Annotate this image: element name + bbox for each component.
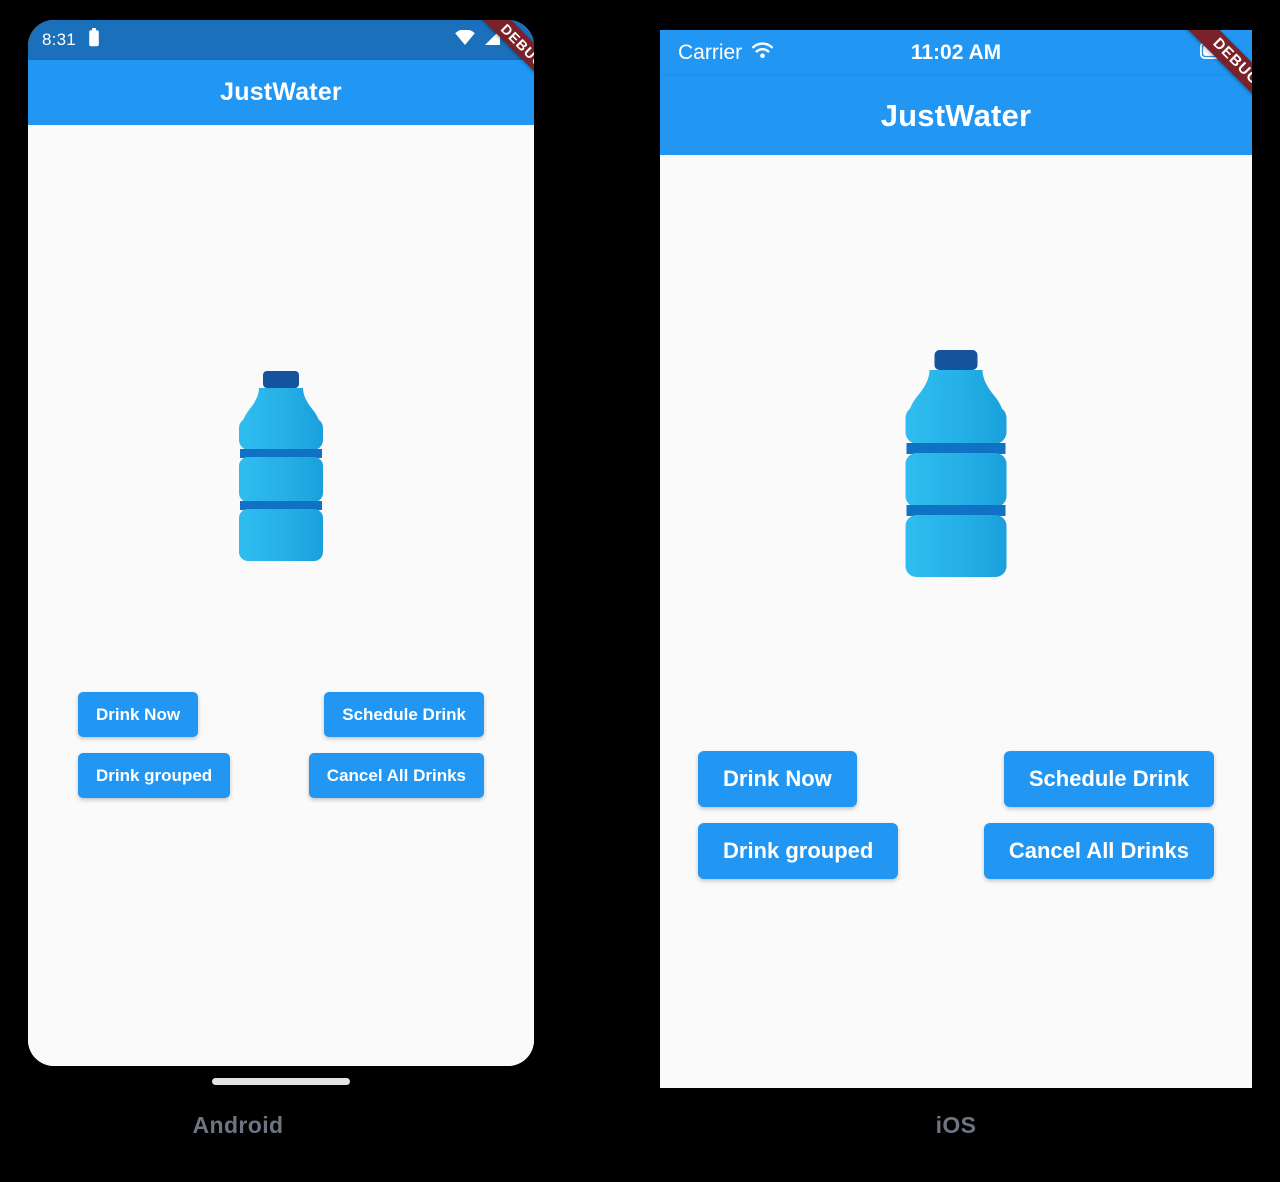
android-content-area: Drink Now Schedule Drink Drink grouped C… bbox=[28, 125, 534, 1066]
android-button-grid: Drink Now Schedule Drink Drink grouped C… bbox=[28, 692, 534, 798]
cellular-signal-icon bbox=[482, 30, 501, 50]
ios-carrier: Carrier bbox=[678, 41, 774, 65]
battery-icon bbox=[1199, 41, 1234, 64]
page-title: JustWater bbox=[880, 97, 1032, 133]
cancel-all-drinks-button[interactable]: Cancel All Drinks bbox=[983, 823, 1214, 879]
android-platform-caption: Android bbox=[192, 1112, 284, 1138]
wifi-icon bbox=[455, 29, 475, 50]
button-row: Drink Now Schedule Drink bbox=[698, 751, 1214, 807]
wifi-icon bbox=[751, 41, 774, 65]
button-row: Drink grouped Cancel All Drinks bbox=[78, 753, 484, 798]
water-bottle-icon bbox=[233, 371, 329, 565]
button-row: Drink Now Schedule Drink bbox=[78, 692, 484, 737]
drink-grouped-button[interactable]: Drink grouped bbox=[78, 753, 231, 798]
button-row: Drink grouped Cancel All Drinks bbox=[698, 823, 1214, 879]
ios-carrier-label: Carrier bbox=[678, 41, 743, 64]
battery-icon bbox=[508, 28, 520, 52]
page-title: JustWater bbox=[220, 78, 342, 106]
schedule-drink-button[interactable]: Schedule Drink bbox=[324, 692, 484, 737]
battery-icon bbox=[88, 28, 100, 52]
android-status-icons bbox=[455, 28, 520, 52]
cancel-all-drinks-button[interactable]: Cancel All Drinks bbox=[308, 753, 484, 798]
android-app-bar: JustWater bbox=[28, 60, 534, 125]
android-status-bar: 8:31 bbox=[28, 20, 534, 60]
schedule-drink-button[interactable]: Schedule Drink bbox=[1003, 751, 1214, 807]
drink-now-button[interactable]: Drink Now bbox=[78, 692, 199, 737]
drink-grouped-button[interactable]: Drink grouped bbox=[698, 823, 899, 879]
android-phone-frame: 8:31 JustWater DEBUG Drink Now Schedule … bbox=[28, 20, 534, 1066]
ios-status-icons bbox=[1199, 41, 1234, 64]
android-status-clock: 8:31 bbox=[42, 30, 76, 49]
water-bottle-icon bbox=[899, 350, 1014, 582]
drink-now-button[interactable]: Drink Now bbox=[698, 751, 857, 807]
ios-platform-caption: iOS bbox=[935, 1112, 977, 1138]
ios-content-area: Drink Now Schedule Drink Drink grouped C… bbox=[660, 155, 1252, 1088]
ios-app-bar: JustWater bbox=[660, 76, 1252, 155]
comparison-canvas: 8:31 JustWater DEBUG Drink Now Schedule … bbox=[0, 0, 1280, 1182]
ios-phone-frame: Carrier 11:02 AM JustWater DEBUG Drink N… bbox=[660, 30, 1252, 1088]
home-indicator[interactable] bbox=[212, 1078, 350, 1085]
ios-button-grid: Drink Now Schedule Drink Drink grouped C… bbox=[660, 751, 1252, 879]
ios-status-bar: Carrier 11:02 AM bbox=[660, 30, 1252, 76]
